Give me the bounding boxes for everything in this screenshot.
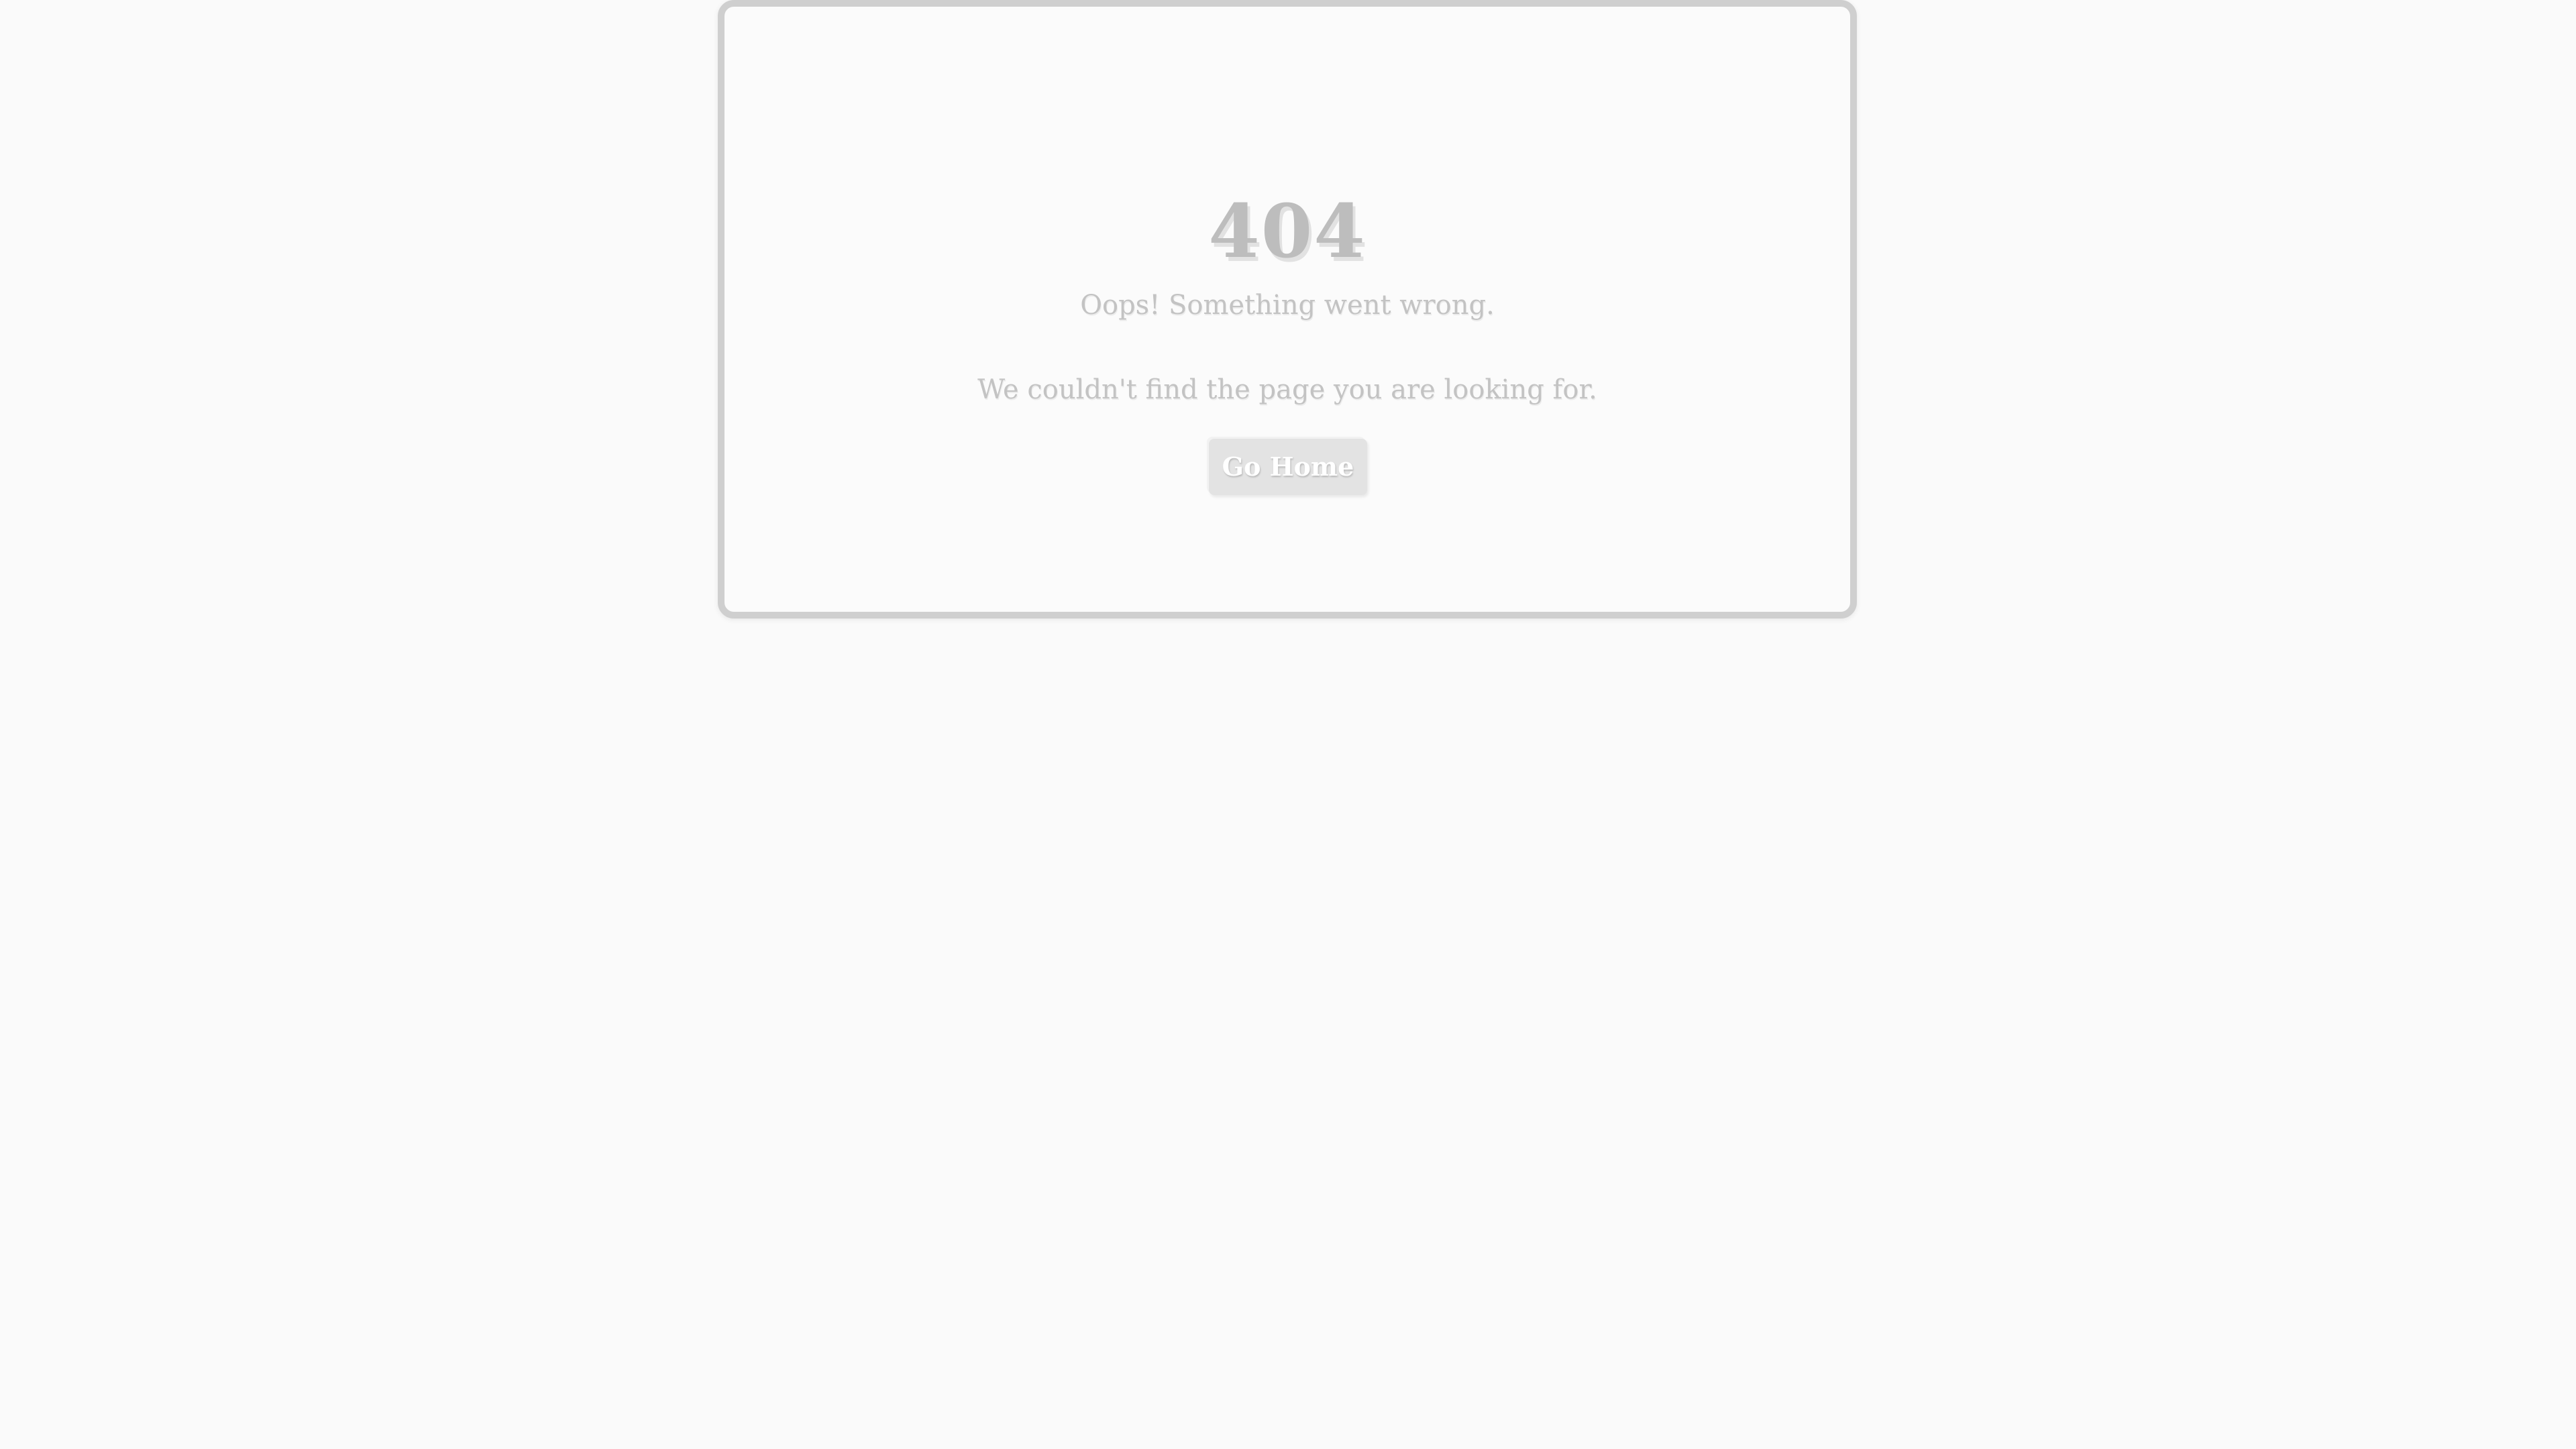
error-message: We couldn't find the page you are lookin…: [977, 374, 1597, 405]
go-home-button[interactable]: Go Home: [1209, 439, 1367, 495]
error-subtitle: Oops! Something went wrong.: [1080, 290, 1495, 321]
error-code: 404: [1208, 188, 1366, 274]
error-page: 404 Oops! Something went wrong. We could…: [0, 0, 2576, 1449]
error-card: 404 Oops! Something went wrong. We could…: [718, 0, 1857, 619]
